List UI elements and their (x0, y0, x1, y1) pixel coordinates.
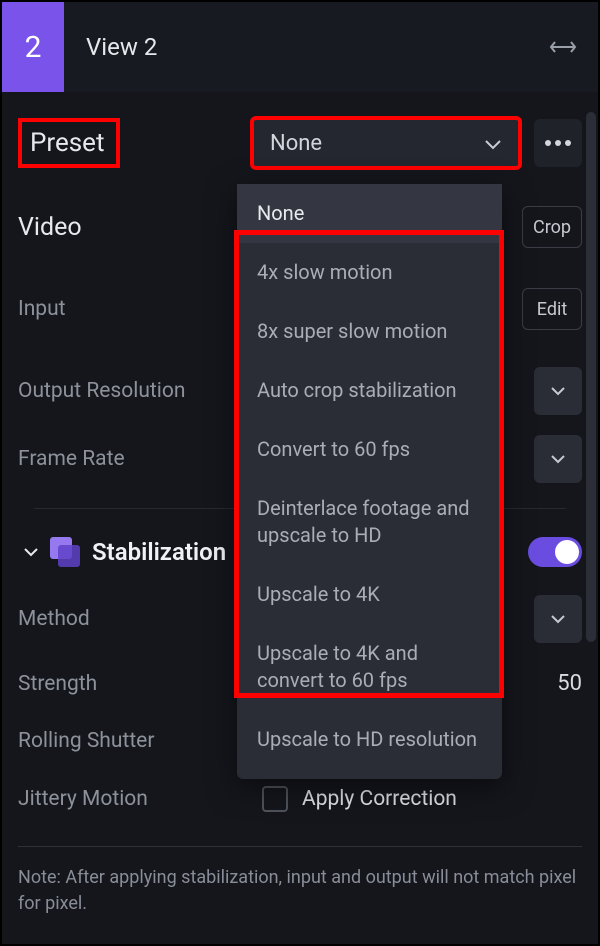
preset-option-upscale-4k-60fps[interactable]: Upscale to 4K and convert to 60 fps (237, 624, 502, 710)
chevron-down-icon (550, 614, 566, 624)
preset-dropdown-panel: None 4x slow motion 8x super slow motion… (237, 184, 502, 779)
chevron-down-icon (550, 386, 566, 396)
strength-value: 50 (557, 671, 582, 696)
jittery-motion-check-label: Apply Correction (302, 787, 457, 811)
strength-label: Strength (18, 672, 97, 696)
preset-option-convert-to-60fps[interactable]: Convert to 60 fps (237, 420, 502, 479)
output-resolution-select[interactable] (534, 367, 582, 415)
jittery-motion-label: Jittery Motion (18, 787, 148, 811)
preset-option-upscale-hd[interactable]: Upscale to HD resolution (237, 710, 502, 769)
preset-option-8x-super-slow-motion[interactable]: 8x super slow motion (237, 302, 502, 361)
header: 2 View 2 (2, 2, 598, 92)
preset-select[interactable]: None (250, 116, 522, 170)
method-select[interactable] (534, 595, 582, 643)
resize-horizontal-icon[interactable] (548, 32, 578, 62)
ellipsis-icon (545, 140, 571, 146)
preset-label: Preset (30, 128, 104, 158)
video-heading: Video (18, 213, 82, 242)
frame-rate-select[interactable] (534, 435, 582, 483)
preset-option-auto-crop-stabilization[interactable]: Auto crop stabilization (237, 361, 502, 420)
chevron-down-icon (550, 454, 566, 464)
app-root: 2 View 2 Preset None Video (2, 2, 598, 944)
chevron-down-icon (484, 131, 502, 156)
crop-button[interactable]: Crop (522, 206, 582, 248)
preset-label-highlight: Preset (18, 118, 120, 168)
preset-selected-value: None (270, 131, 322, 156)
preset-option-deinterlace-upscale-hd[interactable]: Deinterlace footage and upscale to HD (237, 479, 502, 565)
stabilization-icon (50, 537, 80, 567)
stabilization-note: Note: After applying stabilization, inpu… (18, 865, 582, 917)
preset-option-4x-slow-motion[interactable]: 4x slow motion (237, 243, 502, 302)
preset-option-upscale-4k[interactable]: Upscale to 4K (237, 565, 502, 624)
output-resolution-label: Output Resolution (18, 379, 185, 403)
tab-title: View 2 (86, 33, 157, 61)
tab-index-badge[interactable]: 2 (2, 2, 64, 92)
divider (18, 846, 582, 847)
method-label: Method (18, 607, 90, 631)
stabilization-heading: Stabilization (92, 538, 226, 566)
preset-option-none[interactable]: None (237, 184, 502, 243)
jittery-motion-row: Jittery Motion Apply Correction (18, 786, 582, 812)
frame-rate-label: Frame Rate (18, 447, 125, 471)
scrollbar[interactable] (586, 112, 596, 642)
jittery-motion-checkbox[interactable] (262, 786, 288, 812)
rolling-shutter-label: Rolling Shutter (18, 729, 154, 753)
input-label: Input (18, 297, 66, 321)
edit-button[interactable]: Edit (522, 288, 582, 330)
chevron-down-icon (23, 547, 39, 557)
preset-row: Preset None (18, 116, 582, 170)
preset-more-button[interactable] (534, 119, 582, 167)
expand-toggle[interactable] (18, 547, 44, 557)
stabilization-toggle[interactable] (528, 537, 582, 567)
